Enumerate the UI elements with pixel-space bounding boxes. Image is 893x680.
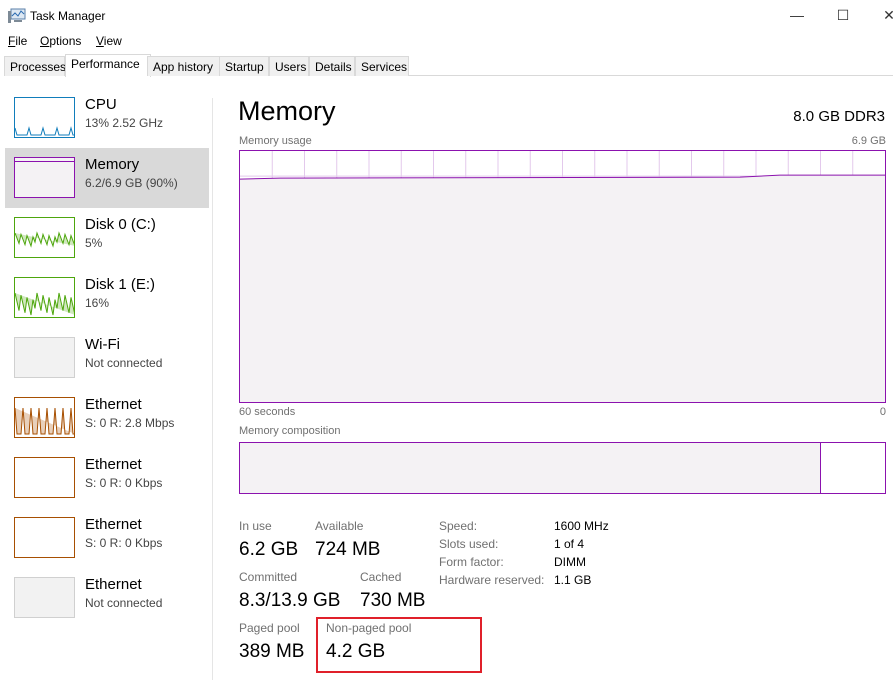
memory-spec: 8.0 GB DDR3: [793, 108, 885, 125]
menu-bar: File Options View: [0, 32, 300, 50]
available-value: 724 MB: [315, 539, 381, 560]
sidebar-item-status: 13% 2.52 GHz: [85, 116, 164, 130]
minimize-button[interactable]: —: [774, 0, 820, 30]
tab-startup[interactable]: Startup: [219, 56, 269, 76]
menu-options[interactable]: Options: [40, 34, 81, 48]
sidebar-item-status: S: 0 R: 2.8 Mbps: [85, 416, 175, 430]
task-manager-icon: [8, 8, 26, 23]
mini-graph: [14, 457, 75, 498]
sidebar-item-name: Ethernet: [85, 456, 142, 473]
memory-usage-max: 6.9 GB: [851, 135, 886, 147]
sidebar-item-disk-1-e[interactable]: Disk 1 (E:) 16%: [5, 268, 209, 328]
menu-view[interactable]: View: [96, 34, 122, 48]
mini-graph: [14, 157, 75, 198]
window-title: Task Manager: [30, 9, 106, 23]
detail-label: Form factor:: [439, 555, 504, 569]
mini-graph: [14, 577, 75, 618]
mini-graph: [14, 97, 75, 138]
sidebar-item-ethernet[interactable]: Ethernet S: 0 R: 0 Kbps: [5, 448, 209, 508]
sidebar-item-disk-0-c[interactable]: Disk 0 (C:) 5%: [5, 208, 209, 268]
detail-value: 1600 MHz: [554, 519, 609, 533]
detail-label: Slots used:: [439, 537, 499, 551]
maximize-button[interactable]: ☐: [820, 0, 866, 30]
paged-pool-value: 389 MB: [239, 641, 305, 662]
detail-value: DIMM: [554, 555, 586, 569]
tab-performance[interactable]: Performance: [65, 54, 151, 77]
sidebar-item-cpu[interactable]: CPU 13% 2.52 GHz: [5, 88, 209, 148]
available-label: Available: [315, 519, 364, 533]
mini-graph: [14, 517, 75, 558]
mini-graph: [14, 397, 75, 438]
sidebar-item-name: CPU: [85, 96, 117, 113]
mini-graph: [14, 217, 76, 258]
paged-pool-label: Paged pool: [239, 621, 300, 635]
cached-label: Cached: [360, 570, 402, 584]
sidebar-item-ethernet[interactable]: Ethernet S: 0 R: 0 Kbps: [5, 508, 209, 568]
x-axis-right-label: 0: [879, 406, 886, 418]
sidebar-item-status: S: 0 R: 0 Kbps: [85, 476, 163, 490]
page-title: Memory: [238, 96, 336, 126]
detail-value: 1 of 4: [554, 537, 585, 551]
sidebar-item-memory[interactable]: Memory 6.2/6.9 GB (90%): [5, 148, 209, 208]
in-use-value: 6.2 GB: [239, 539, 299, 560]
x-axis-left-label: 60 seconds: [239, 406, 296, 418]
sidebar-item-ethernet[interactable]: Ethernet Not connected: [5, 568, 209, 628]
sidebar-item-status: 16%: [85, 296, 110, 310]
sidebar-item-name: Disk 0 (C:): [85, 216, 156, 233]
highlight-box: [316, 617, 482, 673]
in-use-label: In use: [239, 519, 272, 533]
menu-file[interactable]: File: [8, 34, 27, 48]
committed-label: Committed: [239, 570, 298, 584]
tab-users[interactable]: Users: [269, 56, 309, 76]
memory-usage-label: Memory usage: [239, 135, 312, 147]
sidebar-item-name: Ethernet: [85, 396, 142, 413]
title-bar: Task Manager — ☐ ✕: [0, 0, 893, 32]
sidebar-item-status: 5%: [85, 236, 103, 250]
detail-label: Hardware reserved:: [439, 573, 545, 587]
detail-label: Speed:: [439, 519, 478, 533]
tab-details[interactable]: Details: [309, 56, 355, 76]
cached-value: 730 MB: [360, 590, 426, 611]
tab-app-history[interactable]: App history: [147, 56, 223, 76]
tab-bar: Processes Performance App history Startu…: [4, 54, 893, 77]
divider: [212, 98, 213, 680]
committed-value: 8.3/13.9 GB: [239, 590, 341, 611]
memory-composition-label: Memory composition: [239, 425, 341, 437]
sidebar-item-status: S: 0 R: 0 Kbps: [85, 536, 163, 550]
close-button[interactable]: ✕: [866, 0, 893, 30]
sidebar-item-name: Disk 1 (E:): [85, 276, 156, 293]
tab-services[interactable]: Services: [355, 56, 409, 76]
sidebar-item-name: Memory: [85, 156, 140, 173]
memory-usage-graph: [239, 150, 886, 403]
sidebar-item-status: Not connected: [85, 596, 163, 610]
sidebar-item-wi-fi[interactable]: Wi-Fi Not connected: [5, 328, 209, 388]
sidebar-item-name: Ethernet: [85, 516, 142, 533]
in-use-segment: [240, 443, 821, 493]
memory-composition-bar: [239, 442, 886, 494]
sidebar-item-ethernet[interactable]: Ethernet S: 0 R: 2.8 Mbps: [5, 388, 209, 448]
sidebar-item-name: Ethernet: [85, 576, 142, 593]
sidebar-item-name: Wi-Fi: [85, 336, 120, 353]
usage-area: [240, 175, 885, 402]
mini-graph: [14, 337, 75, 378]
sidebar-item-status: Not connected: [85, 356, 163, 370]
detail-value: 1.1 GB: [554, 573, 592, 587]
mini-graph: [14, 277, 76, 318]
tab-processes[interactable]: Processes: [4, 56, 66, 76]
sidebar-item-status: 6.2/6.9 GB (90%): [85, 176, 178, 190]
